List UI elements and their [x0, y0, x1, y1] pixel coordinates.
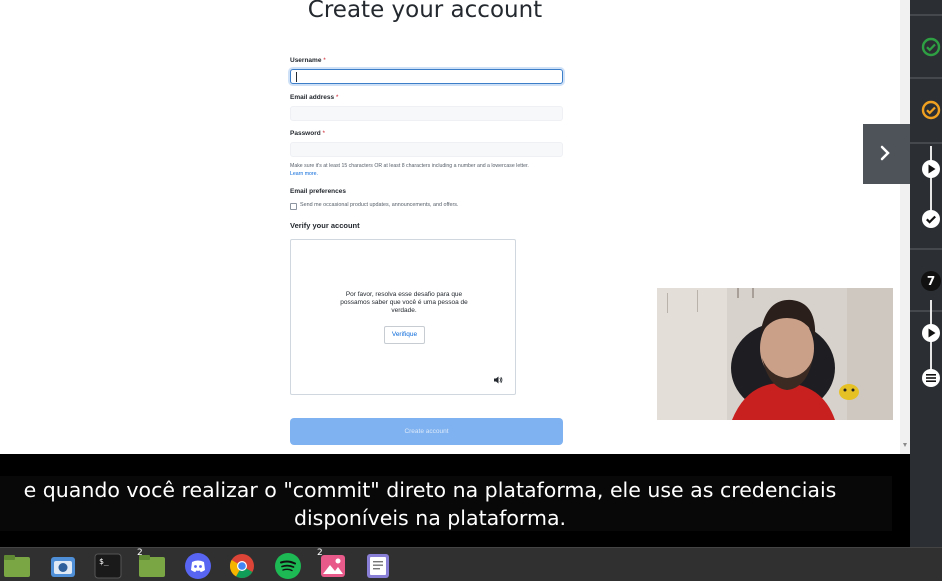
text-caret — [296, 72, 297, 82]
subtitle-line-1: e quando você realizar o "commit" direto… — [23, 478, 837, 502]
create-account-button[interactable]: Create account — [290, 418, 563, 445]
audio-icon[interactable] — [493, 375, 503, 385]
image-viewer-badge: 2 — [317, 548, 323, 558]
spotify-icon[interactable] — [274, 552, 302, 580]
discord-icon[interactable] — [184, 552, 212, 580]
subtitle-box: e quando você realizar o "commit" direto… — [0, 476, 892, 531]
captcha-box: Por favor, resolva esse desafio para que… — [290, 239, 516, 395]
folder-badge: 2 — [137, 548, 143, 558]
page-scrollbar[interactable] — [900, 0, 910, 454]
username-label: Username * — [290, 57, 326, 64]
terminal-icon[interactable]: $_ — [94, 552, 122, 580]
play-icon[interactable] — [921, 159, 941, 179]
email-prefs-checkbox[interactable] — [290, 203, 297, 210]
sidebar-divider — [910, 142, 942, 144]
learn-more-link[interactable]: Learn more. — [290, 171, 318, 177]
email-prefs-checkbox-label: Send me occasional product updates, anno… — [300, 202, 459, 208]
password-hint: Make sure it's at least 15 characters OR… — [290, 163, 529, 177]
image-viewer-icon[interactable] — [319, 552, 347, 580]
password-label: Password * — [290, 130, 326, 137]
chrome-icon[interactable] — [228, 552, 256, 580]
password-input[interactable] — [290, 142, 563, 157]
lesson-complete-green-icon[interactable] — [921, 37, 941, 57]
lesson-number-badge[interactable]: 7 — [921, 271, 941, 291]
green-folder-icon[interactable] — [3, 552, 31, 580]
sidebar-divider — [910, 310, 942, 312]
webcam-overlay — [657, 288, 893, 420]
email-prefs-label: Email preferences — [290, 188, 347, 195]
taskbar: $_ 2 2 — [0, 547, 942, 581]
page-title: Create your account — [307, 0, 543, 23]
svg-text:$_: $_ — [99, 557, 109, 566]
sidebar-divider — [910, 248, 942, 250]
subtitle-line-2: disponíveis na plataforma. — [293, 506, 567, 530]
list-icon[interactable] — [921, 368, 941, 388]
course-sidebar: 7 — [910, 0, 942, 547]
progress-line — [930, 146, 932, 216]
presenter-video — [657, 288, 893, 420]
email-label: Email address * — [290, 94, 339, 101]
text-editor-icon[interactable] — [364, 552, 392, 580]
next-lesson-button[interactable] — [863, 124, 910, 184]
check-icon[interactable] — [921, 209, 941, 229]
sidebar-divider — [910, 14, 942, 16]
lesson-inprogress-orange-icon[interactable] — [921, 100, 941, 120]
email-input[interactable] — [290, 106, 563, 121]
screen: Create your account Username * Email add… — [0, 0, 942, 581]
scroll-down-arrow-icon[interactable] — [903, 443, 907, 447]
captcha-text: Por favor, resolva esse desafio para que… — [340, 291, 468, 314]
play-icon[interactable] — [921, 323, 941, 343]
chevron-right-icon — [880, 145, 890, 161]
camera-icon[interactable] — [49, 552, 77, 580]
sidebar-divider — [910, 77, 942, 79]
verify-title: Verify your account — [290, 221, 360, 230]
captcha-verify-button[interactable]: Verifique — [384, 326, 425, 344]
username-input[interactable] — [290, 69, 563, 84]
